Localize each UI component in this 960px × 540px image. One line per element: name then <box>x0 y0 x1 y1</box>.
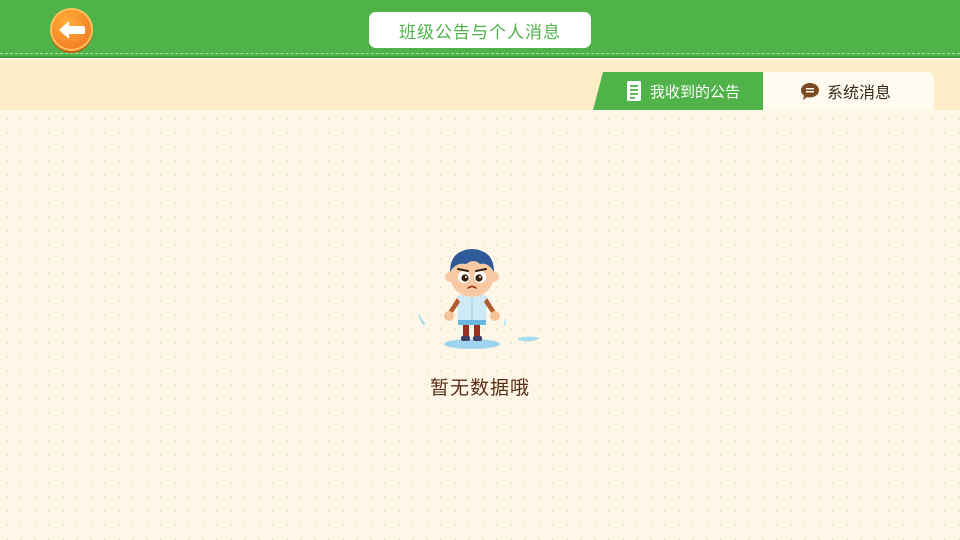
tab-received-announcements[interactable]: 我收到的公告 <box>593 72 763 110</box>
top-header-bar: 班级公告与个人消息 <box>0 0 960 58</box>
document-icon <box>626 80 642 102</box>
empty-state-message: 暂无数据哦 <box>429 377 530 399</box>
back-arrow-icon <box>58 20 85 39</box>
app-page: 班级公告与个人消息 我收到的公告 系统消息 暂无数据哦 <box>0 0 960 540</box>
chat-bubble-icon <box>800 82 820 101</box>
tab-system-label: 系统消息 <box>827 83 892 102</box>
tab-system-messages[interactable]: 系统消息 <box>763 72 934 110</box>
cartoon-boy-illustration <box>410 240 550 355</box>
back-button[interactable] <box>50 8 93 51</box>
tab-received-label: 我收到的公告 <box>650 82 741 101</box>
page-title: 班级公告与个人消息 <box>369 12 591 48</box>
